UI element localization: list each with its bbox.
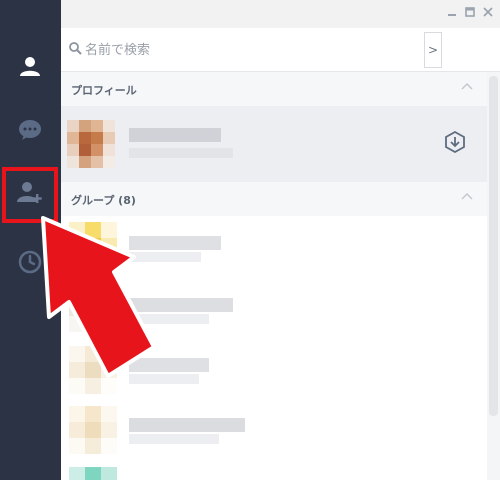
highlight-box [2, 167, 58, 223]
group-row[interactable] [61, 278, 487, 340]
history-nav-button[interactable] [10, 242, 50, 282]
name-blur [129, 298, 233, 312]
group-row[interactable] [61, 340, 487, 402]
chat-bubble-icon [19, 120, 41, 140]
chevron-up-icon [461, 192, 473, 200]
maximize-button[interactable] [463, 5, 477, 19]
group-section-header[interactable]: グループ (8) [61, 182, 487, 216]
scrollbar[interactable] [487, 72, 500, 480]
profile-section-label: プロフィール [71, 84, 137, 97]
status-blur [129, 148, 233, 158]
maximize-icon [465, 7, 475, 17]
group-avatar [69, 346, 117, 394]
name-blur [129, 418, 245, 432]
minimize-icon [448, 14, 456, 16]
download-icon[interactable] [444, 131, 466, 153]
close-icon [483, 7, 493, 17]
group-avatar [69, 406, 117, 454]
group-section-label: グループ (8) [71, 194, 136, 207]
title-bar [61, 0, 500, 28]
profile-section-header[interactable]: プロフィール [61, 72, 487, 106]
minimize-button[interactable] [445, 5, 459, 19]
scrollbar-thumb[interactable] [489, 76, 498, 416]
status-blur [129, 374, 199, 384]
search-icon [69, 42, 82, 55]
search-side-button[interactable]: > [424, 32, 442, 68]
clock-icon [18, 250, 42, 274]
status-blur [129, 314, 209, 324]
status-blur [129, 252, 201, 262]
chat-nav-button[interactable] [10, 110, 50, 150]
status-blur [129, 434, 219, 444]
my-profile-row[interactable] [61, 106, 487, 182]
chevron-up-icon [461, 82, 473, 90]
close-button[interactable] [481, 5, 495, 19]
group-row[interactable] [61, 216, 487, 278]
name-blur [129, 358, 209, 372]
avatar [67, 120, 115, 168]
name-blur [129, 128, 221, 142]
friend-list: プロフィール グループ (8) [61, 72, 487, 480]
group-row[interactable] [61, 464, 487, 480]
profile-nav-button[interactable] [10, 46, 50, 86]
name-blur [129, 236, 221, 250]
person-icon [20, 57, 40, 76]
group-avatar [69, 284, 117, 332]
group-avatar [69, 222, 117, 270]
search-input[interactable] [85, 38, 475, 62]
group-row[interactable] [61, 402, 487, 464]
group-avatar [69, 466, 117, 480]
sidebar [0, 0, 61, 480]
